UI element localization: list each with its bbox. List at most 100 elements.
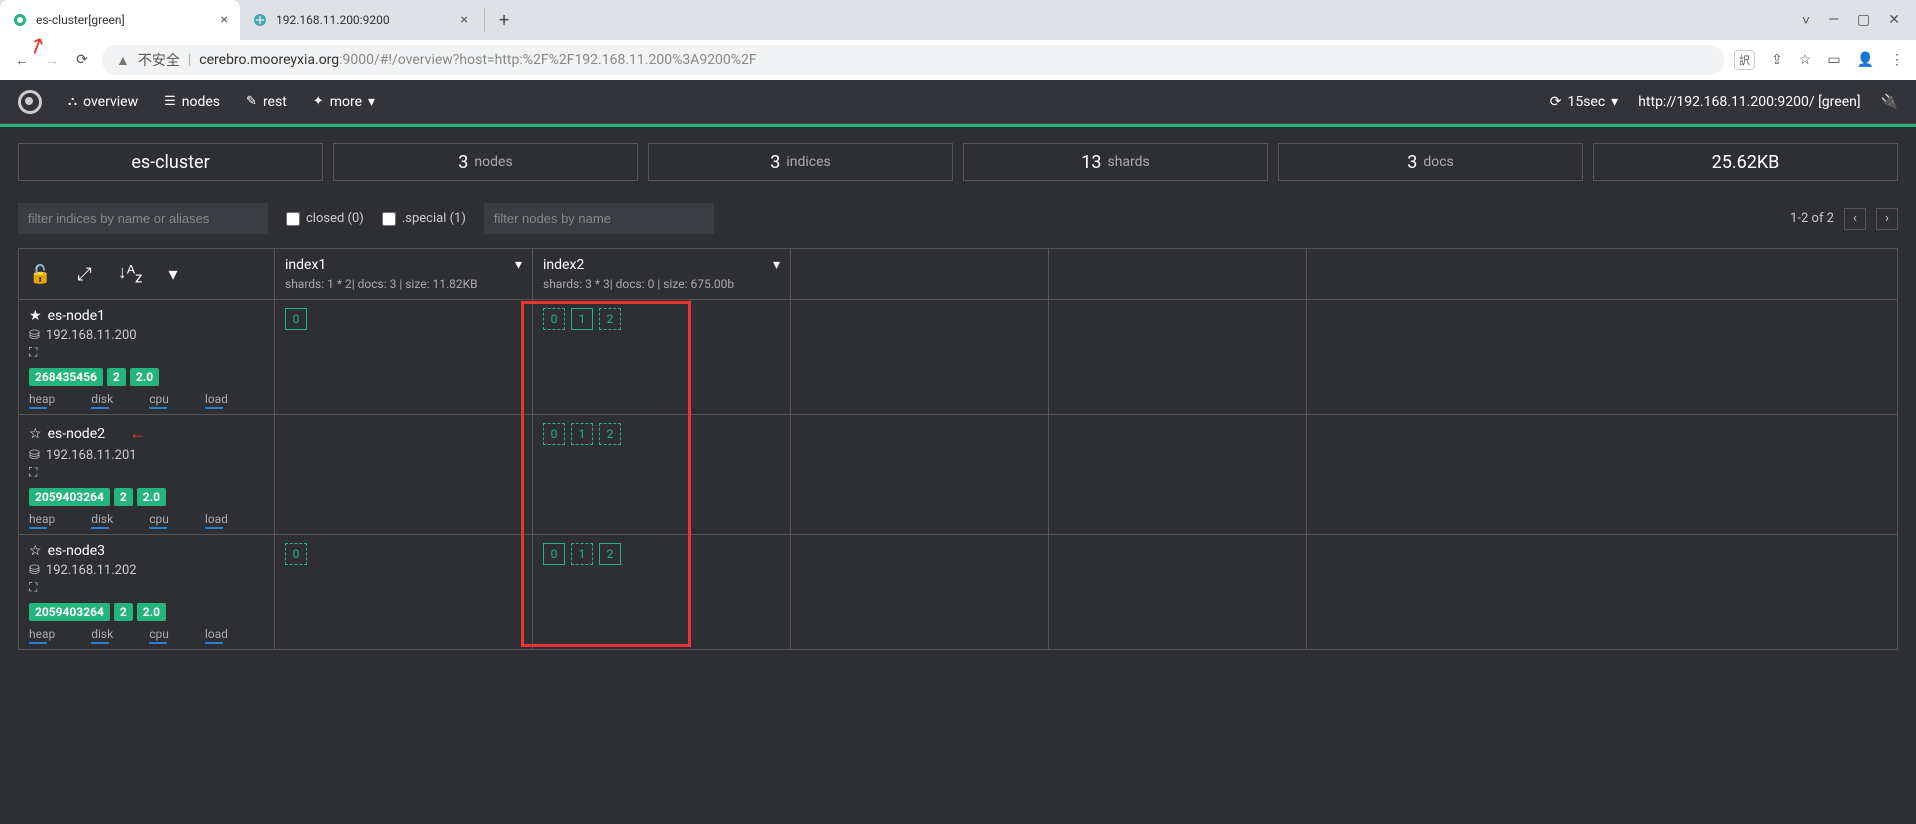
stat-cluster-name: es-cluster (18, 143, 323, 181)
node-row: ★es-node1 ⛁192.168.11.200 ⛶ 26843545622.… (19, 300, 1897, 415)
stat-badge: 2 (107, 368, 126, 386)
minimize-icon[interactable]: — (1828, 12, 1839, 28)
metric-load: load (205, 627, 228, 641)
wand-icon: ✦ (313, 94, 324, 109)
unlock-icon[interactable]: 🔓 (29, 264, 51, 285)
host-link[interactable]: http://192.168.11.200:9200/ [green] (1638, 94, 1860, 110)
browser-tab-0[interactable]: es-cluster[green] × (0, 0, 240, 40)
stat-badge: 2 (114, 488, 133, 506)
empty-header (1049, 249, 1307, 299)
prev-page-button[interactable]: ‹ (1844, 208, 1866, 230)
annotation-arrow-icon: ← (129, 423, 147, 444)
shard-box[interactable]: 2 (599, 423, 621, 445)
node-cell[interactable]: ☆es-node2← ⛁192.168.11.201 ⛶ 20594032642… (19, 415, 275, 534)
url-input[interactable]: ▲ 不安全 | cerebro.mooreyxia.org:9000/#!/ov… (102, 45, 1724, 75)
list-icon: ☰ (164, 94, 176, 109)
nav-more[interactable]: ✦more▾ (313, 94, 375, 110)
crop-icon: ⛶ (29, 465, 264, 480)
stat-badge: 2 (114, 603, 133, 621)
empty-header (791, 249, 1049, 299)
stat-docs: 3docs (1278, 143, 1583, 181)
node-ip-label: 192.168.11.200 (46, 328, 137, 343)
metric-load: load (205, 392, 228, 406)
app-navbar: ⛬overview ☰nodes ✎rest ✦more▾ ⟳15sec▾ ht… (0, 80, 1916, 124)
shard-box[interactable]: 0 (285, 308, 307, 330)
node-row: ☆es-node3 ⛁192.168.11.202 ⛶ 205940326422… (19, 535, 1897, 649)
node-cell[interactable]: ☆es-node3 ⛁192.168.11.202 ⛶ 205940326422… (19, 535, 275, 649)
shard-box[interactable]: 1 (571, 423, 593, 445)
profile-icon[interactable]: 👤 (1857, 52, 1874, 68)
stat-badge: 2.0 (137, 603, 166, 621)
nav-nodes[interactable]: ☰nodes (164, 94, 220, 110)
url-path: :9000/#!/overview?host=http:%2F%2F192.16… (339, 52, 757, 68)
shard-cell: 012 (533, 300, 791, 414)
node-ip-label: 192.168.11.201 (46, 448, 137, 463)
nav-rest[interactable]: ✎rest (246, 94, 287, 110)
shard-box[interactable]: 2 (599, 543, 621, 565)
stat-size: 25.62KB (1593, 143, 1898, 181)
sort-az-icon[interactable]: ↓ᴬz (118, 262, 143, 287)
metric-heap: heap (29, 627, 55, 641)
brand-logo-icon[interactable] (18, 90, 42, 114)
stat-badge: 2.0 (137, 488, 166, 506)
disk-icon: ⛁ (29, 448, 40, 463)
star-icon: ☆ (29, 543, 42, 559)
caret-down-icon[interactable]: ▾ (168, 264, 177, 285)
star-icon[interactable]: ☆ (1799, 52, 1812, 68)
new-tab-button[interactable]: + (489, 0, 519, 40)
shard-box[interactable]: 0 (543, 308, 565, 330)
special-checkbox[interactable]: .special (1) (382, 211, 466, 226)
metric-disk: disk (91, 627, 113, 641)
metric-cpu: cpu (149, 627, 169, 641)
shard-box[interactable]: 0 (543, 543, 565, 565)
translate-icon[interactable]: 訳 (1734, 50, 1755, 70)
expand-icon[interactable]: ⤢ (77, 264, 91, 285)
shard-box[interactable]: 0 (543, 423, 565, 445)
kebab-menu-icon[interactable]: ⋮ (1890, 52, 1904, 68)
shard-box[interactable]: 2 (599, 308, 621, 330)
reload-button[interactable]: ⟳ (72, 52, 92, 68)
index-header-0[interactable]: index1▾ shards: 1 * 2| docs: 3 | size: 1… (275, 249, 533, 299)
stat-badge: 268435456 (29, 368, 103, 386)
caret-down-icon: ▾ (1611, 94, 1618, 110)
tab-favicon-icon (12, 12, 28, 28)
browser-tab-1[interactable]: 192.168.11.200:9200 × (240, 0, 480, 40)
refresh-interval-dropdown[interactable]: ⟳15sec▾ (1550, 94, 1618, 110)
cluster-grid: 🔓 ⤢ ↓ᴬz ▾ index1▾ shards: 1 * 2| docs: 3… (18, 248, 1898, 650)
pager: 1-2 of 2 ‹ › (1790, 208, 1898, 230)
shard-box[interactable]: 0 (285, 543, 307, 565)
node-name-label: es-node3 (48, 543, 105, 559)
metric-disk: disk (91, 512, 113, 526)
plug-icon[interactable]: 🔌 (1881, 94, 1898, 110)
refresh-icon: ⟳ (1550, 94, 1562, 110)
chevron-down-icon[interactable]: ˅ (1802, 12, 1810, 29)
maximize-icon[interactable]: ▢ (1857, 12, 1870, 28)
crop-icon: ⛶ (29, 345, 264, 360)
reading-list-icon[interactable]: ▭ (1827, 52, 1840, 68)
next-page-button[interactable]: › (1876, 208, 1898, 230)
share-icon[interactable]: ⇪ (1771, 52, 1783, 68)
back-button[interactable]: ← (12, 52, 32, 69)
insecure-label: 不安全 (138, 50, 180, 70)
index-filter-input[interactable] (18, 203, 268, 234)
window-controls: ˅ — ▢ ✕ (1786, 0, 1916, 40)
node-cell[interactable]: ★es-node1 ⛁192.168.11.200 ⛶ 26843545622.… (19, 300, 275, 414)
forward-button[interactable]: → (42, 52, 62, 69)
node-row: ☆es-node2← ⛁192.168.11.201 ⛶ 20594032642… (19, 415, 1897, 535)
closed-checkbox[interactable]: closed (0) (286, 211, 364, 226)
metric-heap: heap (29, 512, 55, 526)
index-header-1[interactable]: index2▾ shards: 3 * 3| docs: 0 | size: 6… (533, 249, 791, 299)
shard-box[interactable]: 1 (571, 543, 593, 565)
caret-down-icon[interactable]: ▾ (773, 257, 780, 273)
nav-overview[interactable]: ⛬overview (68, 94, 138, 110)
shard-cell: 0 (275, 300, 533, 414)
close-icon[interactable]: × (461, 12, 468, 28)
shard-cell (275, 415, 533, 534)
close-window-icon[interactable]: ✕ (1888, 12, 1900, 28)
node-filter-input[interactable] (484, 203, 714, 234)
caret-down-icon[interactable]: ▾ (515, 257, 522, 273)
metric-cpu: cpu (149, 512, 169, 526)
close-icon[interactable]: × (221, 12, 228, 28)
shard-box[interactable]: 1 (571, 308, 593, 330)
metric-disk: disk (91, 392, 113, 406)
